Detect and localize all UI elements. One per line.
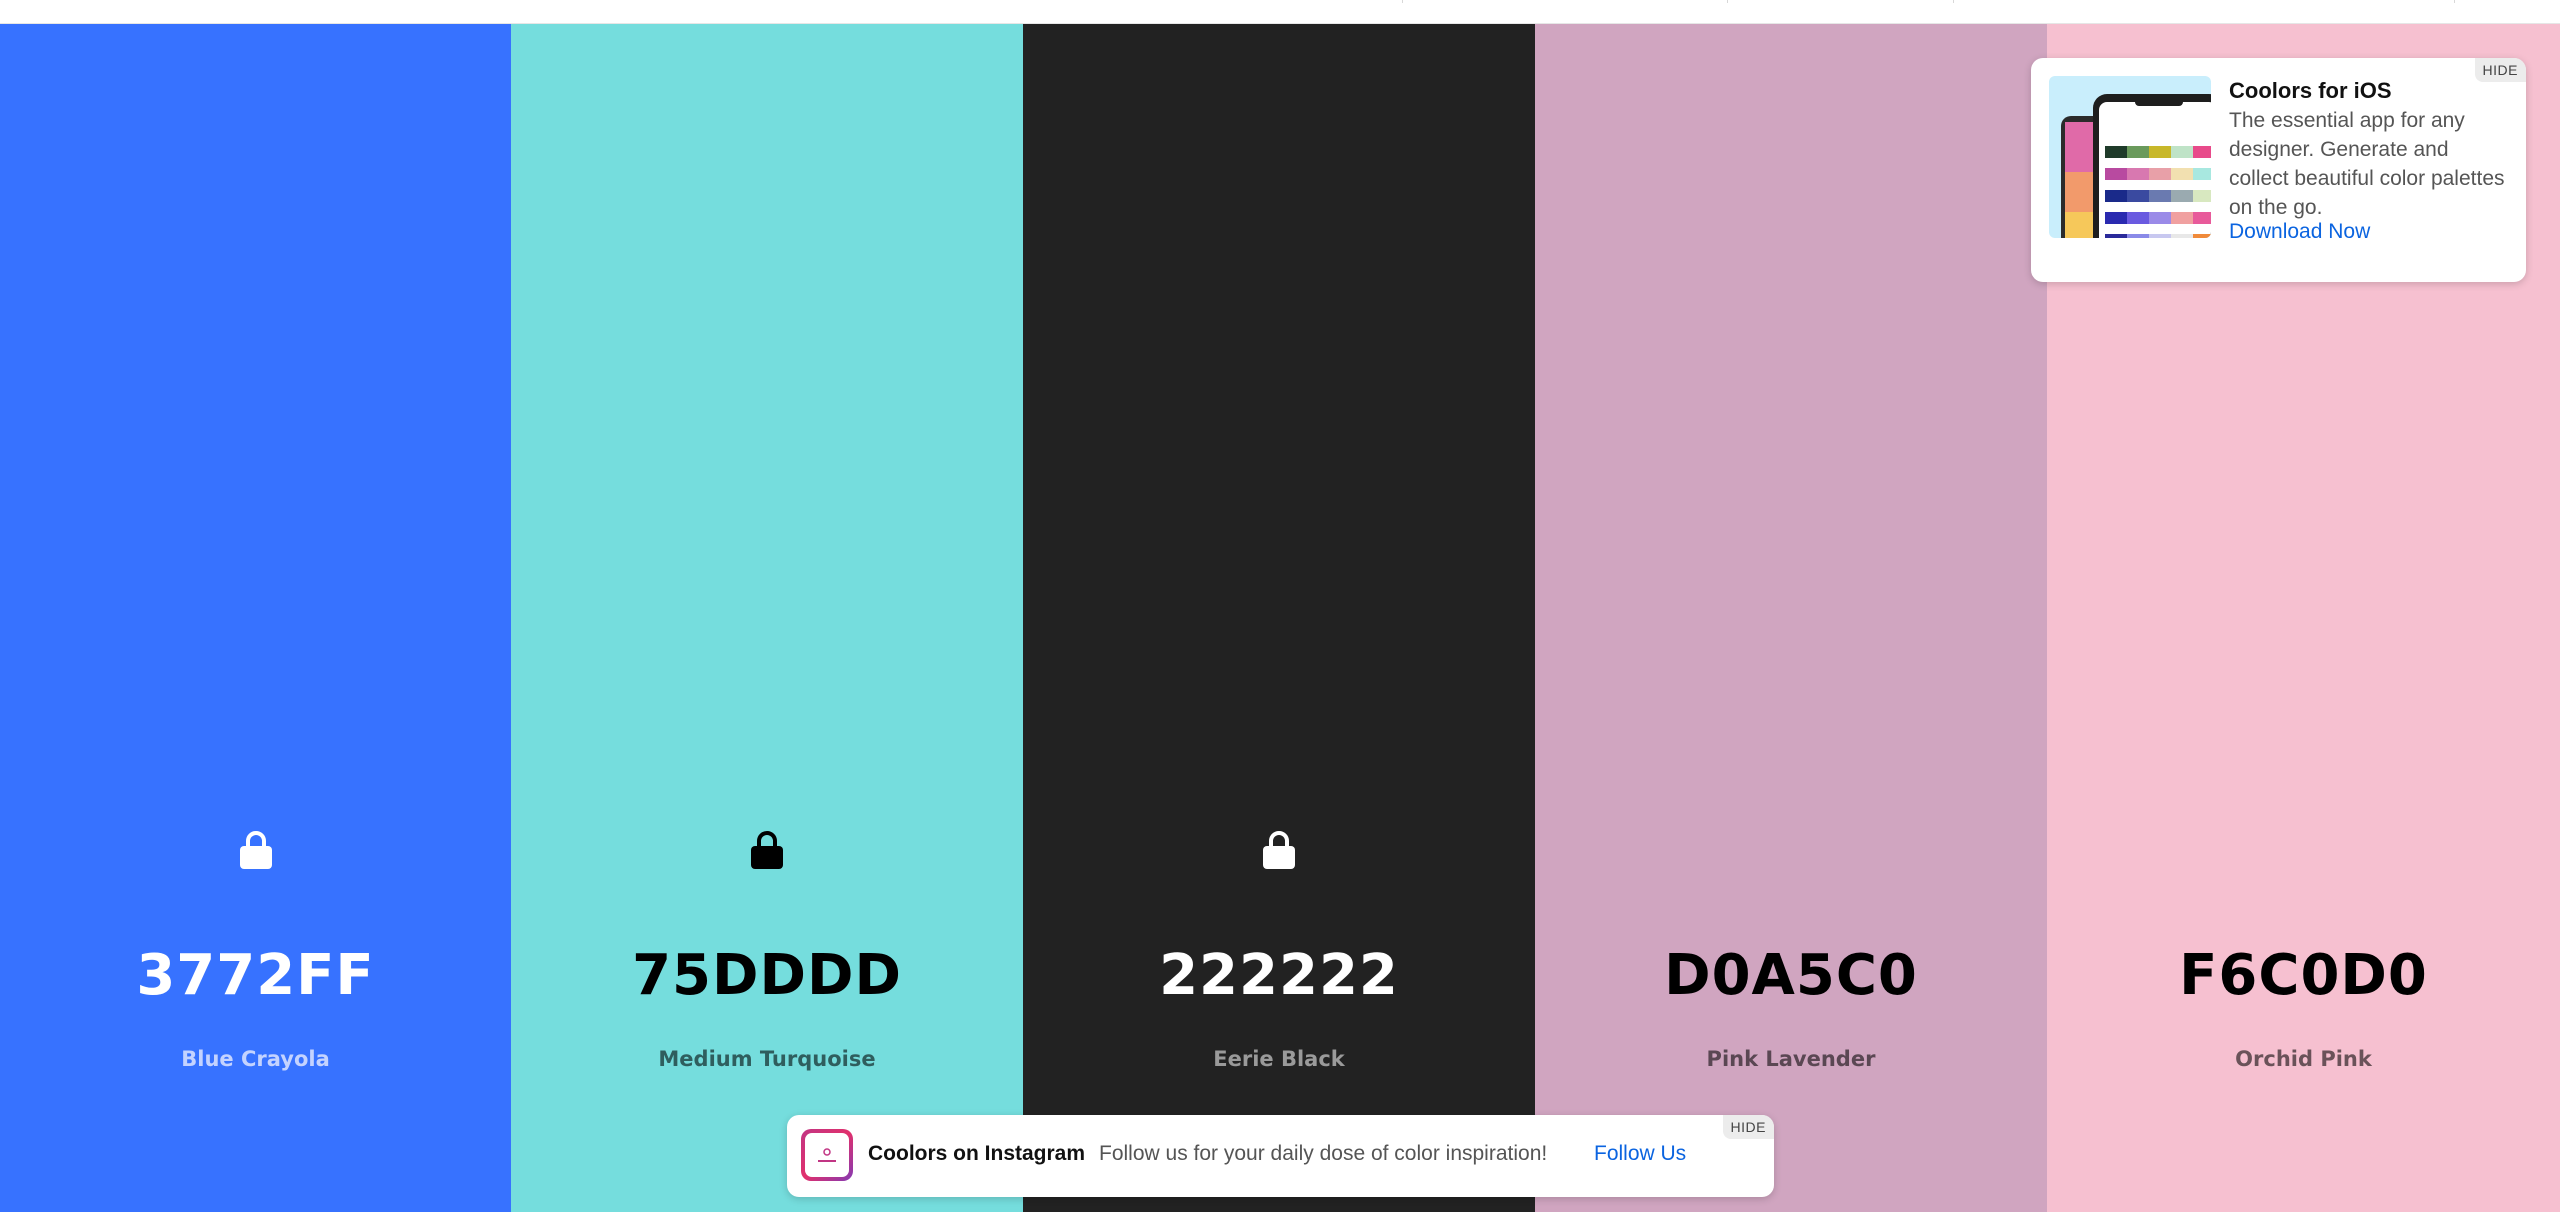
swatch-3[interactable]: D0A5C0 Pink Lavender [1535, 24, 2047, 1212]
phone-app-preview-image [2049, 76, 2211, 238]
hex-code[interactable]: 222222 [1023, 948, 1535, 1004]
instagram-banner-title: Coolors on Instagram [868, 1142, 1086, 1165]
swatch-2[interactable]: 222222 Eerie Black [1023, 24, 1535, 1212]
swatch-1[interactable]: 75DDDD Medium Turquoise [511, 24, 1023, 1212]
hex-code[interactable]: 75DDDD [511, 948, 1023, 1004]
instagram-banner-text: Follow us for your daily dose of color i… [1099, 1142, 1548, 1165]
color-name[interactable]: Medium Turquoise [511, 1049, 1023, 1070]
download-now-link[interactable]: Download Now [2229, 220, 2370, 244]
instagram-logo-icon [801, 1129, 853, 1181]
ios-promo-card: Coolors for iOS The essential app for an… [2031, 58, 2526, 282]
hide-ios-promo-button[interactable]: HIDE [2474, 58, 2526, 82]
hide-instagram-banner-button[interactable]: HIDE [1722, 1115, 1774, 1139]
color-name[interactable]: Orchid Pink [2047, 1049, 2560, 1070]
lock-icon[interactable] [750, 830, 784, 870]
top-toolbar [0, 0, 2560, 24]
instagram-banner: Coolors on Instagram Follow us for your … [787, 1115, 1774, 1197]
color-name[interactable]: Eerie Black [1023, 1049, 1535, 1070]
hex-code[interactable]: F6C0D0 [2047, 948, 2560, 1004]
lock-icon[interactable] [239, 830, 273, 870]
toolbar-divider [1953, 0, 1954, 3]
toolbar-divider [1402, 0, 1403, 3]
ios-promo-description: The essential app for any designer. Gene… [2229, 109, 2505, 219]
swatch-0[interactable]: 3772FF Blue Crayola [0, 24, 511, 1212]
follow-us-link[interactable]: Follow Us [1594, 1142, 1686, 1166]
lock-icon[interactable] [1262, 830, 1296, 870]
toolbar-divider [2454, 0, 2455, 3]
ios-promo-title: Coolors for iOS [2229, 78, 2392, 103]
color-name[interactable]: Blue Crayola [0, 1049, 511, 1070]
hex-code[interactable]: 3772FF [0, 948, 511, 1004]
toolbar-divider [1727, 0, 1728, 3]
color-name[interactable]: Pink Lavender [1535, 1049, 2047, 1070]
hex-code[interactable]: D0A5C0 [1535, 948, 2047, 1004]
